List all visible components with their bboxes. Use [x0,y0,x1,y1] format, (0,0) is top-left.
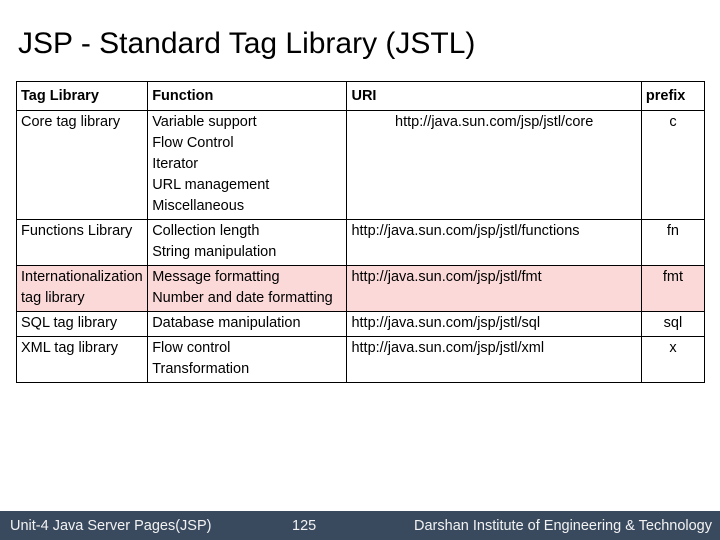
cell-tag-library: SQL tag library [15,311,149,337]
cell-tag-library: Internationalization tag library [15,265,149,312]
cell-uri: http://java.sun.com/jsp/jstl/functions [346,219,642,266]
cell-uri: http://java.sun.com/jsp/jstl/xml [346,336,642,383]
cell-function: Database manipulation [147,311,348,337]
cell-prefix: sql [640,311,706,337]
cell-function: Variable support Flow Control Iterator U… [147,110,348,220]
table-body: Core tag library Variable support Flow Co… [15,110,706,383]
column-header-uri: URI [346,81,642,111]
footer-institute-label: Darshan Institute of Engineering & Techn… [414,518,712,534]
table-row: SQL tag library Database manipulation http… [15,311,706,337]
slide-canvas: JSP - Standard Tag Library (JSTL) Tag Li… [0,0,720,540]
column-header-prefix: prefix [640,81,706,111]
cell-tag-library: XML tag library [15,336,149,383]
cell-prefix: c [640,110,706,220]
cell-uri: http://java.sun.com/jsp/jstl/fmt [346,265,642,312]
cell-uri: http://java.sun.com/jsp/jstl/core [346,110,642,220]
column-header-function: Function [147,81,348,111]
table-row: XML tag library Flow control Transformati… [15,336,706,383]
jstl-tag-library-table: Tag Library Function URI prefix Core tag… [15,81,706,383]
page-title: JSP - Standard Tag Library (JSTL) [18,27,476,60]
table-header: Tag Library Function URI prefix [15,81,706,111]
cell-function: Flow control Transformation [147,336,348,383]
table-header-row: Tag Library Function URI prefix [15,81,706,111]
cell-tag-library: Core tag library [15,110,149,220]
column-header-tag-library: Tag Library [15,81,149,111]
table-row: Functions Library Collection length Strin… [15,219,706,266]
cell-function: Message formatting Number and date forma… [147,265,348,312]
cell-prefix: fn [640,219,706,266]
cell-function: Collection length String manipulation [147,219,348,266]
table-row: Internationalization tag library Message … [15,265,706,312]
cell-tag-library: Functions Library [15,219,149,266]
footer-unit-label: Unit-4 Java Server Pages(JSP) [10,518,212,534]
footer-page-number: 125 [292,518,317,534]
table-row: Core tag library Variable support Flow Co… [15,110,706,220]
footer-bar: Unit-4 Java Server Pages(JSP) 125 Darsha… [0,511,720,540]
cell-uri: http://java.sun.com/jsp/jstl/sql [346,311,642,337]
cell-prefix: fmt [640,265,706,312]
cell-prefix: x [640,336,706,383]
